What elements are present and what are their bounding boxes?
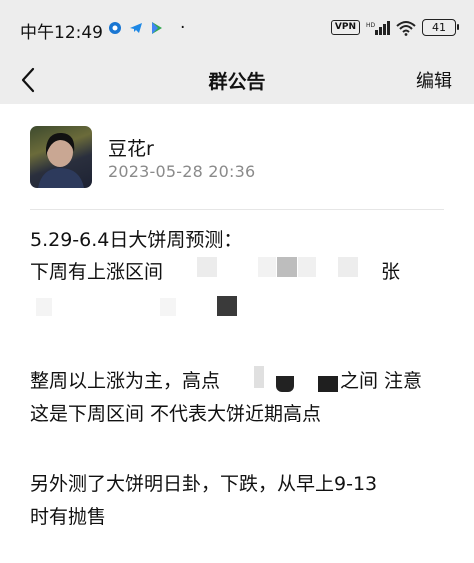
mosaic-block <box>276 376 294 392</box>
mosaic-block <box>277 257 297 277</box>
post-line-3: 整周以上涨为主，高点 <box>30 370 221 392</box>
mosaic-block <box>160 298 176 316</box>
post-line-3b: 之间 注意 <box>340 370 423 392</box>
mosaic-block <box>197 257 217 277</box>
status-dot: · <box>180 18 186 38</box>
telegram-icon <box>130 23 142 33</box>
mosaic-block <box>36 298 52 316</box>
status-right: VPN HD 41 <box>330 19 459 36</box>
mosaic-block <box>298 257 316 277</box>
app-notification-icon <box>109 22 121 34</box>
post-line-2b: 张 <box>381 261 401 283</box>
page-title: 群公告 <box>208 71 266 93</box>
nav-bar: 群公告 编辑 <box>0 58 474 104</box>
svg-text:HD: HD <box>366 22 376 29</box>
vpn-badge: VPN <box>330 20 360 35</box>
wifi-icon <box>396 20 416 36</box>
avatar[interactable] <box>30 126 92 188</box>
mosaic-block <box>338 257 358 277</box>
status-time: 中午12:49 <box>20 23 103 43</box>
play-store-icon <box>152 22 162 34</box>
post-line-6: 时有抛售 <box>30 506 107 528</box>
post-line-1: 5.29-6.4日大饼周预测： <box>30 229 243 251</box>
status-bar: 中午12:49 · VPN HD 41 <box>0 0 474 58</box>
post-line-5: 另外测了大饼明日卦，下跌，从早上9-13 <box>30 473 378 495</box>
battery-icon: 41 <box>422 19 459 36</box>
mosaic-block <box>318 376 338 392</box>
post-line-4: 这是下周区间 不代表大饼近期高点 <box>30 403 322 425</box>
divider <box>30 209 444 210</box>
avatar-photo <box>38 132 84 188</box>
mosaic-block <box>217 296 237 316</box>
post-line-2: 下周有上涨区间 <box>30 261 164 283</box>
author-name[interactable]: 豆花r <box>108 134 154 161</box>
announcement-content: 豆花r 2023-05-28 20:36 5.29-6.4日大饼周预测： 下周有… <box>0 104 474 563</box>
mosaic-block <box>254 366 264 388</box>
signal-icon: HD <box>366 20 390 35</box>
mosaic-block <box>258 257 276 277</box>
back-arrow-icon[interactable] <box>18 65 40 95</box>
edit-button[interactable]: 编辑 <box>416 67 452 93</box>
post-date: 2023-05-28 20:36 <box>108 162 256 181</box>
